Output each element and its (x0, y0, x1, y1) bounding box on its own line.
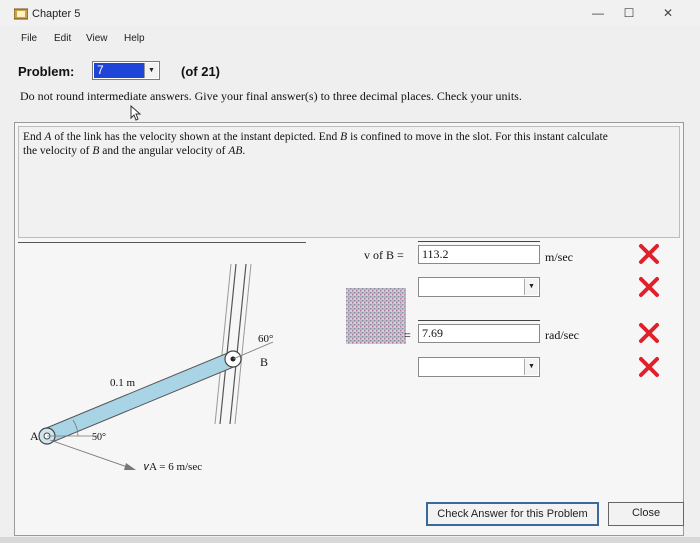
problem-dropdown[interactable]: 7 ▼ (92, 61, 160, 80)
incorrect-x-icon (639, 357, 659, 377)
app-window: Chapter 5 — ☐ ✕ File Edit View Help Prob… (0, 0, 700, 543)
problem-count: (of 21) (181, 64, 220, 79)
minimize-button[interactable]: — (586, 4, 610, 22)
mouse-cursor-icon (130, 105, 142, 121)
title-bar: Chapter 5 — ☐ ✕ (0, 0, 700, 26)
obscured-label (346, 288, 406, 344)
menu-help[interactable]: Help (124, 33, 145, 44)
check-answer-button[interactable]: Check Answer for this Problem (426, 502, 599, 526)
chevron-down-icon[interactable]: ▼ (144, 63, 158, 78)
statement-line-1: End A of the link has the velocity shown… (23, 131, 608, 143)
units-vb: m/sec (545, 250, 573, 264)
answer-input-vb[interactable]: 113.2 (418, 245, 540, 264)
menu-bar: File Edit View Help (0, 27, 700, 49)
incorrect-x-icon (639, 323, 659, 343)
units-dropdown-2[interactable]: ▼ (418, 357, 540, 377)
bottom-edge (0, 537, 700, 543)
answer-label-vb: v of B = (364, 248, 404, 262)
link-diagram: A B 60° 50° 0.1 m 𝑣A = 6 m/sec (30, 263, 273, 473)
close-button[interactable]: Close (608, 502, 684, 526)
slot-guide (214, 263, 252, 425)
label-angle-50: 50° (92, 432, 106, 443)
answer-label-omega: = (404, 328, 411, 342)
problem-label: Problem: (18, 64, 75, 79)
instructions-text: Do not round intermediate answers. Give … (20, 89, 522, 103)
answer-input-omega[interactable]: 7.69 (418, 324, 540, 343)
label-length: 0.1 m (110, 377, 136, 389)
units-omega: rad/sec (545, 328, 579, 342)
label-a: A (30, 429, 39, 443)
label-angle-60: 60° (258, 333, 273, 345)
chevron-down-icon[interactable]: ▼ (524, 279, 538, 295)
problem-statement: End A of the link has the velocity shown… (18, 126, 680, 238)
answer-underline (418, 241, 540, 242)
problem-selected-value: 7 (94, 63, 144, 78)
chevron-down-icon[interactable]: ▼ (524, 359, 538, 375)
units-dropdown-1[interactable]: ▼ (418, 277, 540, 297)
statement-line-2: the velocity of B and the angular veloci… (23, 145, 246, 157)
answer-underline (418, 320, 540, 321)
label-b: B (260, 355, 268, 369)
maximize-button[interactable]: ☐ (617, 4, 641, 22)
close-window-button[interactable]: ✕ (656, 4, 680, 22)
window-title: Chapter 5 (32, 8, 81, 20)
velocity-arrow (49, 439, 136, 470)
menu-edit[interactable]: Edit (54, 33, 71, 44)
label-velocity: 𝑣A = 6 m/sec (144, 461, 202, 473)
menu-view[interactable]: View (86, 33, 108, 44)
menu-file[interactable]: File (21, 33, 37, 44)
incorrect-x-icon (639, 244, 659, 264)
app-icon (14, 8, 28, 20)
incorrect-x-icon (639, 277, 659, 297)
link-ab (43, 351, 237, 444)
